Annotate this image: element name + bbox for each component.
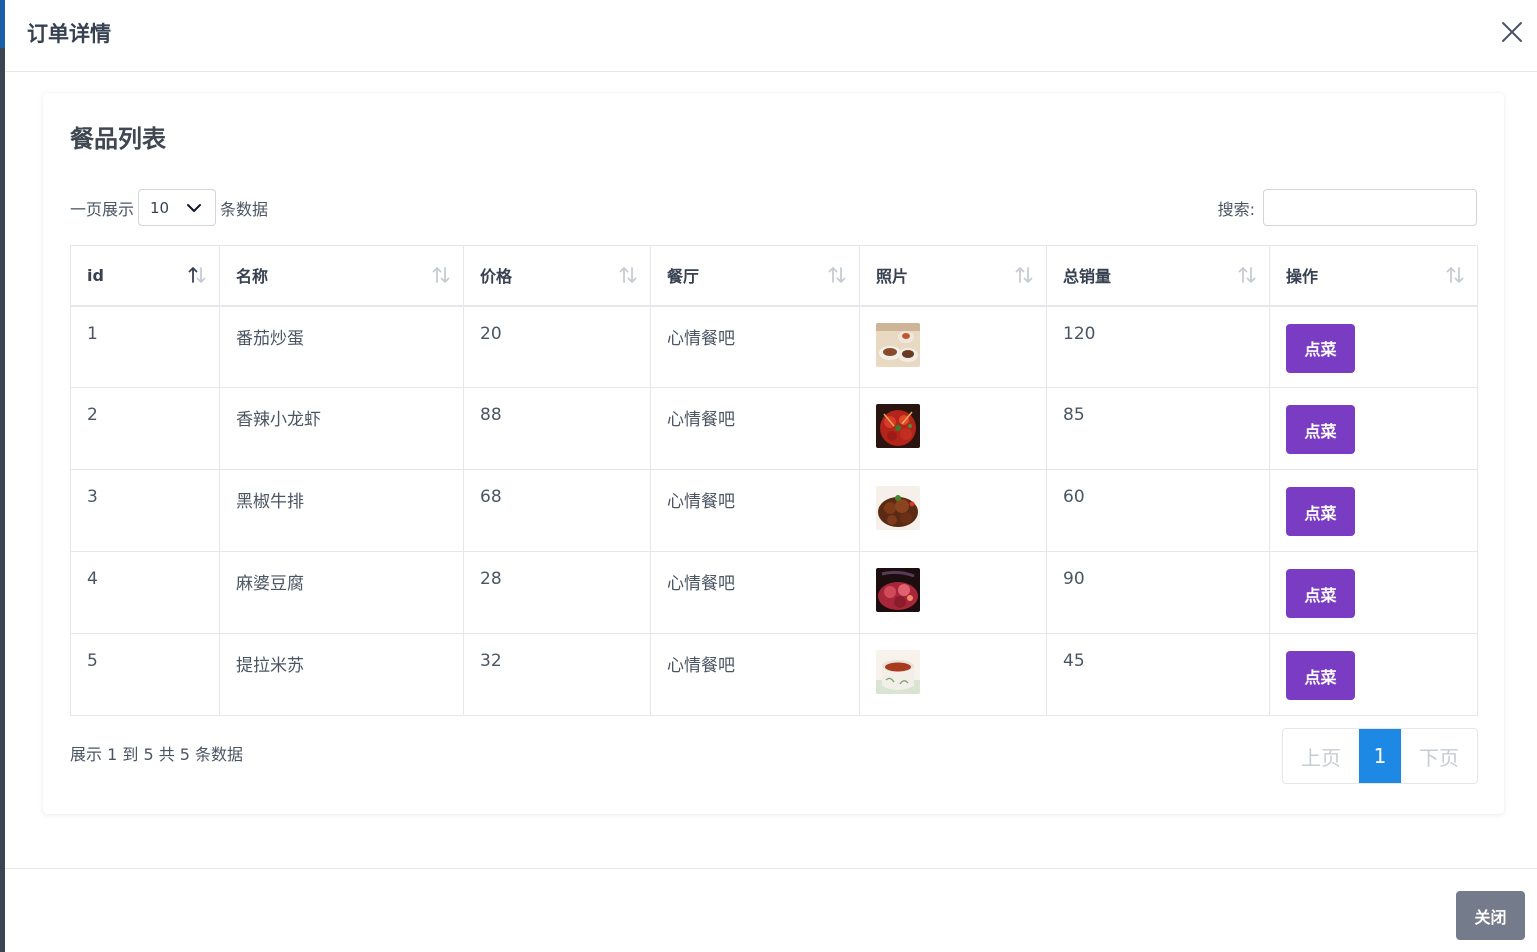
next-page-button[interactable]: 下页 xyxy=(1401,729,1477,783)
search-control: 搜索: xyxy=(1218,189,1477,226)
column-header[interactable]: 名称 xyxy=(219,245,464,307)
dish-list-card: 餐品列表 一页展示 10 条数据 搜索: id 名称 价格 餐厅 照片 总销量 操作 1 番茄… xyxy=(43,93,1504,814)
cell-sales: 60 xyxy=(1046,469,1270,552)
cell-sales: 90 xyxy=(1046,551,1270,634)
order-dish-button[interactable]: 点菜 xyxy=(1286,487,1355,536)
cell-name: 番茄炒蛋 xyxy=(219,305,464,388)
order-dish-button[interactable]: 点菜 xyxy=(1286,651,1355,700)
cell-action: 点菜 xyxy=(1269,469,1478,552)
dish-photo xyxy=(876,486,1030,530)
sort-icon xyxy=(1237,265,1257,285)
table-header-row: id 名称 价格 餐厅 照片 总销量 操作 xyxy=(70,245,1478,307)
cell-action: 点菜 xyxy=(1269,387,1478,470)
order-dish-button[interactable]: 点菜 xyxy=(1286,569,1355,618)
dish-photo xyxy=(876,650,1030,694)
modal-header: 订单详情 xyxy=(5,0,1537,72)
column-header-label: 名称 xyxy=(236,267,269,287)
cell-photo xyxy=(859,305,1047,388)
dish-photo xyxy=(876,568,1030,612)
column-header-label: 总销量 xyxy=(1063,267,1112,287)
cell-price: 28 xyxy=(463,551,651,634)
page-length-prefix: 一页展示 xyxy=(70,199,135,219)
sort-icon xyxy=(187,265,207,285)
cell-id: 2 xyxy=(70,387,220,470)
modal-footer: 关闭 xyxy=(5,868,1537,952)
order-dish-button[interactable]: 点菜 xyxy=(1286,323,1355,373)
search-input[interactable] xyxy=(1263,189,1477,226)
table-row: 5 提拉米苏 32 心情餐吧 45 点菜 xyxy=(70,633,1478,716)
cell-price: 32 xyxy=(463,633,651,716)
page-length-value: 10 xyxy=(150,198,170,217)
cell-id: 4 xyxy=(70,551,220,634)
column-header-label: 餐厅 xyxy=(667,267,700,287)
cell-action: 点菜 xyxy=(1269,633,1478,716)
sort-icon xyxy=(1014,265,1034,285)
cell-name: 提拉米苏 xyxy=(219,633,464,716)
column-header[interactable]: 照片 xyxy=(859,245,1047,307)
table-info: 展示 1 到 5 共 5 条数据 xyxy=(70,745,244,764)
column-header-label: id xyxy=(87,265,104,285)
cell-restaurant: 心情餐吧 xyxy=(650,469,860,552)
cell-name: 香辣小龙虾 xyxy=(219,387,464,470)
column-header[interactable]: 价格 xyxy=(463,245,651,307)
cell-photo xyxy=(859,387,1047,470)
sort-icon xyxy=(431,265,451,285)
page-length-select[interactable]: 10 xyxy=(138,189,217,226)
cell-photo xyxy=(859,633,1047,716)
sort-icon xyxy=(1445,265,1465,285)
column-header[interactable]: id xyxy=(70,245,220,307)
cell-action: 点菜 xyxy=(1269,305,1478,388)
cell-photo xyxy=(859,469,1047,552)
cell-restaurant: 心情餐吧 xyxy=(650,387,860,470)
cell-id: 3 xyxy=(70,469,220,552)
dish-photo xyxy=(876,322,1030,367)
cell-name: 麻婆豆腐 xyxy=(219,551,464,634)
order-detail-modal: 订单详情 餐品列表 一页展示 10 条数据 搜索: id 名称 价格 餐厅 照片 总销量 操… xyxy=(5,0,1537,952)
close-button[interactable]: 关闭 xyxy=(1456,891,1525,940)
column-header[interactable]: 餐厅 xyxy=(650,245,860,307)
cell-id: 5 xyxy=(70,633,220,716)
dish-table: id 名称 价格 餐厅 照片 总销量 操作 1 番茄炒蛋 20 心情餐吧 120 点菜 2 香辣小龙虾 88… xyxy=(70,245,1478,716)
table-row: 1 番茄炒蛋 20 心情餐吧 120 点菜 xyxy=(70,305,1478,388)
page-button-current[interactable]: 1 xyxy=(1359,729,1401,783)
order-dish-button[interactable]: 点菜 xyxy=(1286,405,1355,454)
modal-title: 订单详情 xyxy=(27,22,111,46)
prev-page-button[interactable]: 上页 xyxy=(1283,729,1359,783)
cell-sales: 120 xyxy=(1046,305,1270,388)
table-row: 2 香辣小龙虾 88 心情餐吧 85 点菜 xyxy=(70,387,1478,470)
search-label: 搜索: xyxy=(1217,199,1255,219)
column-header-label: 价格 xyxy=(480,267,513,287)
cell-name: 黑椒牛排 xyxy=(219,469,464,552)
sort-icon xyxy=(618,265,638,285)
cell-id: 1 xyxy=(70,305,220,388)
cell-restaurant: 心情餐吧 xyxy=(650,305,860,388)
table-row: 3 黑椒牛排 68 心情餐吧 60 点菜 xyxy=(70,469,1478,552)
cell-price: 20 xyxy=(463,305,651,388)
table-row: 4 麻婆豆腐 28 心情餐吧 90 点菜 xyxy=(70,551,1478,634)
dish-photo xyxy=(876,404,1030,448)
close-icon[interactable] xyxy=(1501,21,1523,43)
cell-sales: 85 xyxy=(1046,387,1270,470)
cell-restaurant: 心情餐吧 xyxy=(650,551,860,634)
cell-restaurant: 心情餐吧 xyxy=(650,633,860,716)
page-length-suffix: 条数据 xyxy=(220,199,269,219)
column-header-label: 照片 xyxy=(876,267,909,287)
chevron-down-icon xyxy=(187,203,202,212)
cell-price: 68 xyxy=(463,469,651,552)
pagination: 上页 1 下页 xyxy=(1282,728,1478,784)
card-title: 餐品列表 xyxy=(70,125,166,153)
column-header-label: 操作 xyxy=(1286,267,1319,287)
sort-icon xyxy=(827,265,847,285)
column-header[interactable]: 总销量 xyxy=(1046,245,1270,307)
cell-action: 点菜 xyxy=(1269,551,1478,634)
page-length-control: 一页展示 10 条数据 xyxy=(70,189,268,226)
cell-price: 88 xyxy=(463,387,651,470)
cell-photo xyxy=(859,551,1047,634)
cell-sales: 45 xyxy=(1046,633,1270,716)
column-header[interactable]: 操作 xyxy=(1269,245,1478,307)
